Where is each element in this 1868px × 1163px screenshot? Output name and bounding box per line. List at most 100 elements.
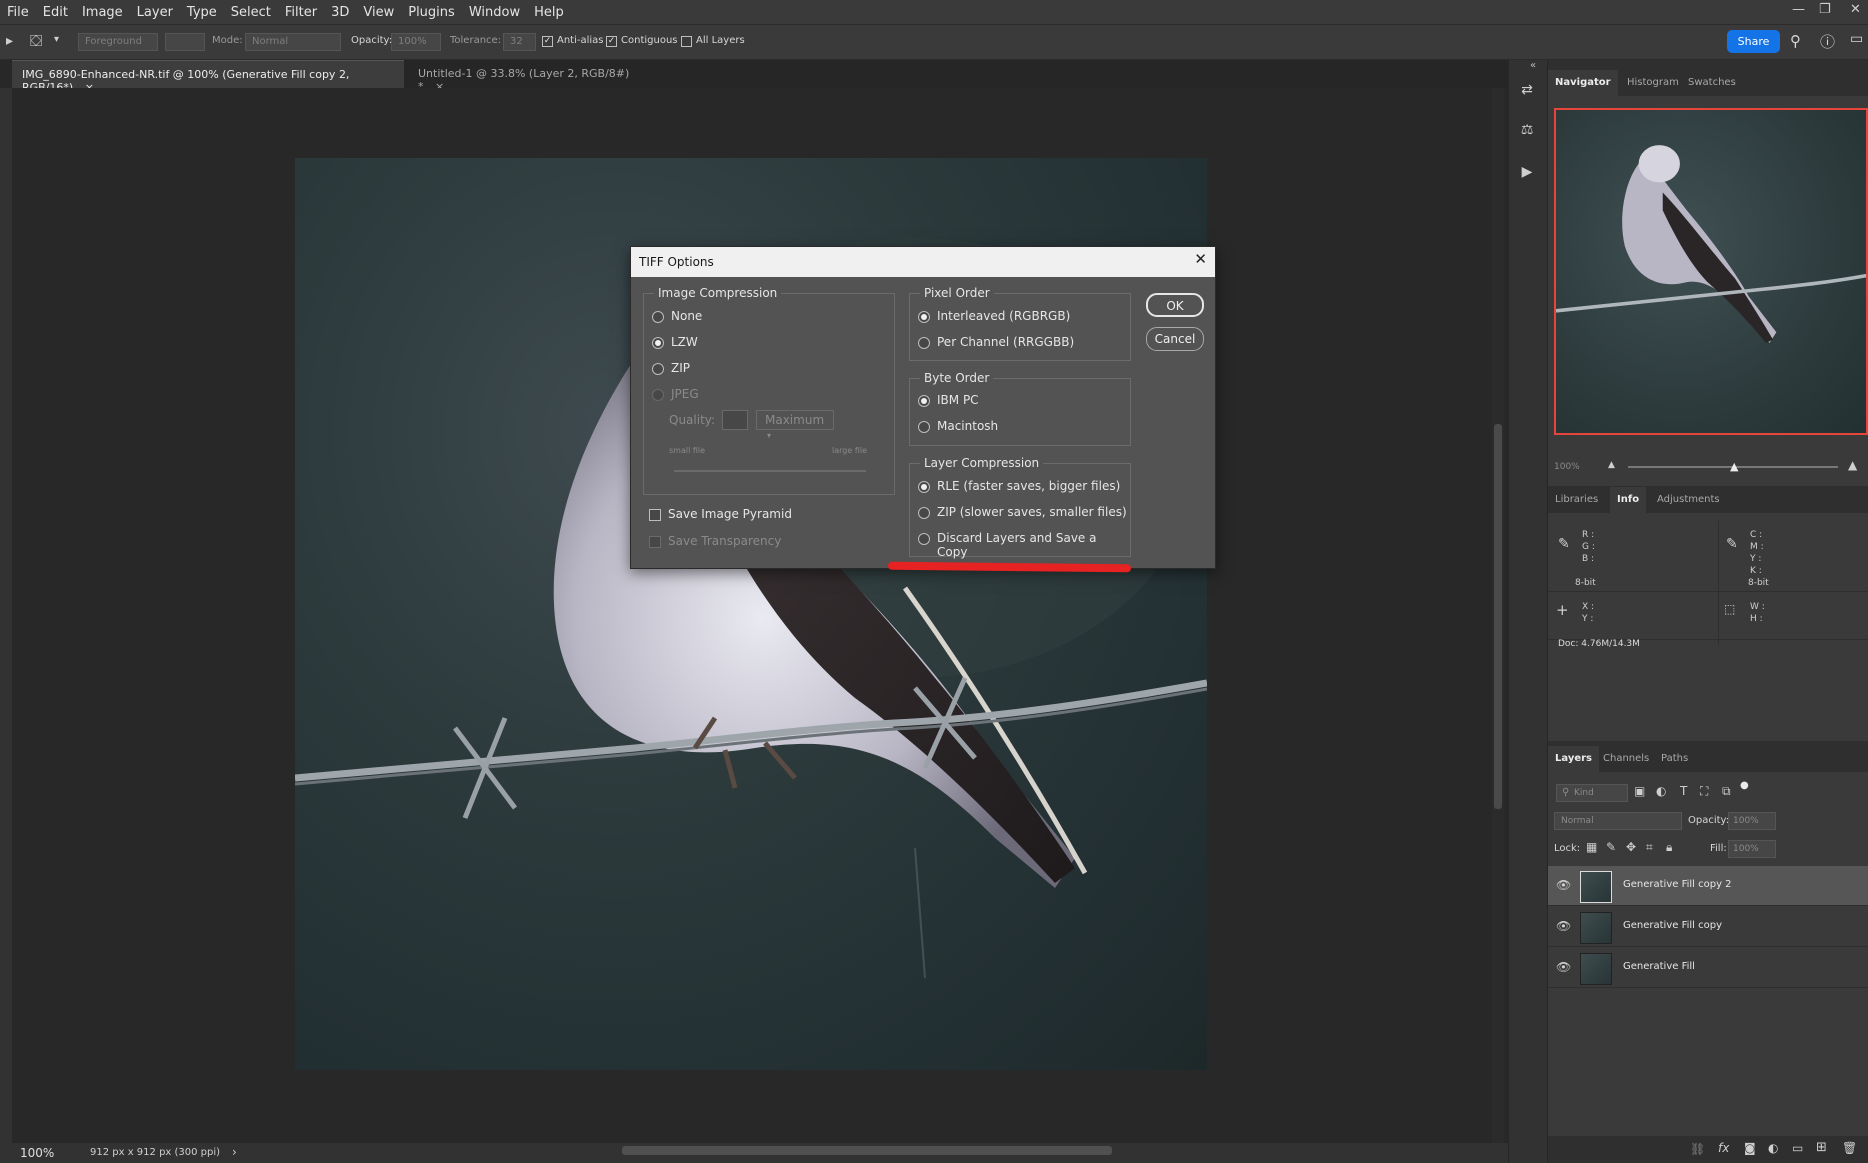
- pixel-order-per-channel-radio[interactable]: [918, 337, 930, 349]
- status-arrow-icon[interactable]: ›: [232, 1145, 237, 1159]
- add-mask-icon[interactable]: ◙: [1744, 1141, 1756, 1155]
- menu-layer[interactable]: Layer: [130, 5, 180, 20]
- trash-icon[interactable]: 🗑︎: [1842, 1141, 1857, 1155]
- close-window-icon[interactable]: ✕: [1850, 2, 1861, 17]
- layer-name[interactable]: Generative Fill copy: [1623, 920, 1722, 931]
- compression-zip-radio[interactable]: [652, 363, 664, 375]
- new-layer-icon[interactable]: ⊞: [1816, 1140, 1827, 1155]
- pattern-select[interactable]: [165, 33, 205, 51]
- horizontal-scroll-thumb[interactable]: [622, 1146, 1112, 1155]
- maximize-icon[interactable]: ❐: [1819, 2, 1831, 17]
- workspace-icon[interactable]: ▭: [1850, 31, 1863, 47]
- lock-artboard-icon[interactable]: ⌗: [1646, 840, 1653, 855]
- filter-pixel-icon[interactable]: ▣: [1634, 784, 1645, 798]
- filter-type-icon[interactable]: T: [1680, 784, 1687, 798]
- menu-filter[interactable]: Filter: [278, 5, 324, 20]
- share-button[interactable]: Share: [1727, 30, 1780, 53]
- layer-row-generative-fill-copy[interactable]: 👁︎ Generative Fill copy: [1548, 907, 1868, 947]
- layer-compression-zip-label[interactable]: ZIP (slower saves, smaller files): [937, 505, 1127, 519]
- layer-compression-rle-radio[interactable]: [918, 481, 930, 493]
- tools-panel[interactable]: [0, 88, 12, 1143]
- pixel-order-per-channel-label[interactable]: Per Channel (RRGGBB): [937, 335, 1074, 349]
- byte-order-ibm-pc-radio[interactable]: [918, 395, 930, 407]
- compression-zip-label[interactable]: ZIP: [671, 361, 690, 375]
- contiguous-checkbox[interactable]: ✓: [606, 36, 617, 47]
- menu-image[interactable]: Image: [75, 5, 130, 20]
- layer-fill-input[interactable]: 100%: [1728, 840, 1776, 858]
- antialias-checkbox[interactable]: ✓: [542, 36, 553, 47]
- mode-select[interactable]: Normal: [245, 33, 341, 51]
- tab-adjustments[interactable]: Adjustments: [1650, 487, 1727, 513]
- tab-channels[interactable]: Channels: [1596, 746, 1656, 772]
- byte-order-macintosh-radio[interactable]: [918, 421, 930, 433]
- filter-shape-icon[interactable]: ⛶: [1700, 784, 1708, 799]
- zoom-level[interactable]: 100%: [20, 1146, 54, 1160]
- byte-order-ibm-pc-label[interactable]: IBM PC: [937, 393, 979, 407]
- save-image-pyramid-checkbox[interactable]: [649, 509, 661, 521]
- discard-layers-label[interactable]: Discard Layers and Save a Copy: [937, 531, 1130, 559]
- fx-icon[interactable]: fx: [1718, 1141, 1729, 1155]
- chevron-down-icon[interactable]: ▾: [54, 34, 59, 45]
- collapse-icon[interactable]: «: [1530, 60, 1536, 71]
- menu-edit[interactable]: Edit: [36, 5, 75, 20]
- vertical-scroll-thumb[interactable]: [1494, 424, 1502, 809]
- tab-img-6890[interactable]: IMG_6890-Enhanced-NR.tif @ 100% (Generat…: [12, 60, 404, 94]
- paint-bucket-icon[interactable]: ⛋: [30, 31, 42, 51]
- navigator-zoom-handle[interactable]: ▲: [1730, 460, 1738, 473]
- navigator-zoom[interactable]: 100%: [1554, 462, 1580, 472]
- menu-3d[interactable]: 3D: [324, 5, 356, 20]
- tab-navigator[interactable]: Navigator: [1548, 70, 1618, 96]
- layer-compression-rle-label[interactable]: RLE (faster saves, bigger files): [937, 479, 1120, 493]
- cancel-button[interactable]: Cancel: [1146, 327, 1204, 351]
- lock-transparent-icon[interactable]: ▦: [1586, 840, 1597, 854]
- help-icon[interactable]: ⓘ: [1820, 31, 1835, 52]
- layer-opacity-input[interactable]: 100%: [1728, 812, 1776, 830]
- stamp-icon[interactable]: ⚖: [1516, 122, 1538, 144]
- tab-untitled-1[interactable]: Untitled-1 @ 33.8% (Layer 2, RGB/8#) * ×: [408, 60, 642, 93]
- save-image-pyramid-label[interactable]: Save Image Pyramid: [668, 507, 792, 521]
- zoom-out-icon[interactable]: ▲: [1608, 460, 1615, 470]
- history-icon[interactable]: ⇄: [1516, 82, 1538, 104]
- menu-plugins[interactable]: Plugins: [401, 5, 462, 20]
- filter-adjustment-icon[interactable]: ◐: [1656, 784, 1666, 798]
- opacity-input[interactable]: 100%: [391, 33, 441, 51]
- fill-source-select[interactable]: Foreground: [78, 33, 158, 51]
- menu-file[interactable]: File: [0, 5, 36, 20]
- discard-layers-radio[interactable]: [918, 533, 930, 545]
- menu-window[interactable]: Window: [462, 5, 527, 20]
- link-layers-icon[interactable]: ⛓: [1690, 1142, 1705, 1156]
- filter-toggle-icon[interactable]: ●: [1740, 780, 1749, 791]
- layer-row-generative-fill[interactable]: 👁︎ Generative Fill: [1548, 948, 1868, 988]
- tab-info[interactable]: Info: [1610, 487, 1647, 513]
- zoom-in-icon[interactable]: ▲: [1848, 458, 1857, 472]
- pixel-order-interleaved-radio[interactable]: [918, 311, 930, 323]
- tolerance-input[interactable]: 32: [503, 33, 536, 51]
- blend-mode-select[interactable]: Normal: [1554, 812, 1682, 830]
- minimize-icon[interactable]: —: [1792, 2, 1805, 17]
- visibility-eye-icon[interactable]: 👁︎: [1556, 878, 1571, 892]
- layer-name[interactable]: Generative Fill: [1623, 961, 1695, 972]
- lock-pixels-icon[interactable]: ✎: [1606, 840, 1616, 854]
- byte-order-macintosh-label[interactable]: Macintosh: [937, 419, 998, 433]
- compression-lzw-label[interactable]: LZW: [671, 335, 698, 349]
- layer-filter-kind[interactable]: ⚲ Kind: [1556, 784, 1628, 802]
- tab-swatches[interactable]: Swatches: [1681, 70, 1743, 96]
- menu-select[interactable]: Select: [224, 5, 278, 20]
- compression-lzw-radio[interactable]: [652, 337, 664, 349]
- layer-row-generative-fill-copy-2[interactable]: 👁︎ Generative Fill copy 2: [1548, 866, 1868, 906]
- tab-histogram[interactable]: Histogram: [1620, 70, 1686, 96]
- menu-type[interactable]: Type: [180, 5, 224, 20]
- new-adjustment-icon[interactable]: ◐: [1768, 1141, 1778, 1155]
- close-icon[interactable]: ✕: [1194, 250, 1207, 268]
- compression-none-label[interactable]: None: [671, 309, 702, 323]
- layer-compression-zip-radio[interactable]: [918, 507, 930, 519]
- menu-help[interactable]: Help: [527, 5, 571, 20]
- tab-layers[interactable]: Layers: [1548, 746, 1599, 772]
- tab-paths[interactable]: Paths: [1654, 746, 1695, 772]
- visibility-eye-icon[interactable]: 👁︎: [1556, 919, 1571, 933]
- tab-libraries[interactable]: Libraries: [1548, 487, 1605, 513]
- all-layers-checkbox[interactable]: [681, 36, 692, 47]
- layer-name[interactable]: Generative Fill copy 2: [1623, 879, 1732, 890]
- ok-button[interactable]: OK: [1146, 293, 1204, 317]
- actions-play-icon[interactable]: ▶: [1516, 164, 1538, 186]
